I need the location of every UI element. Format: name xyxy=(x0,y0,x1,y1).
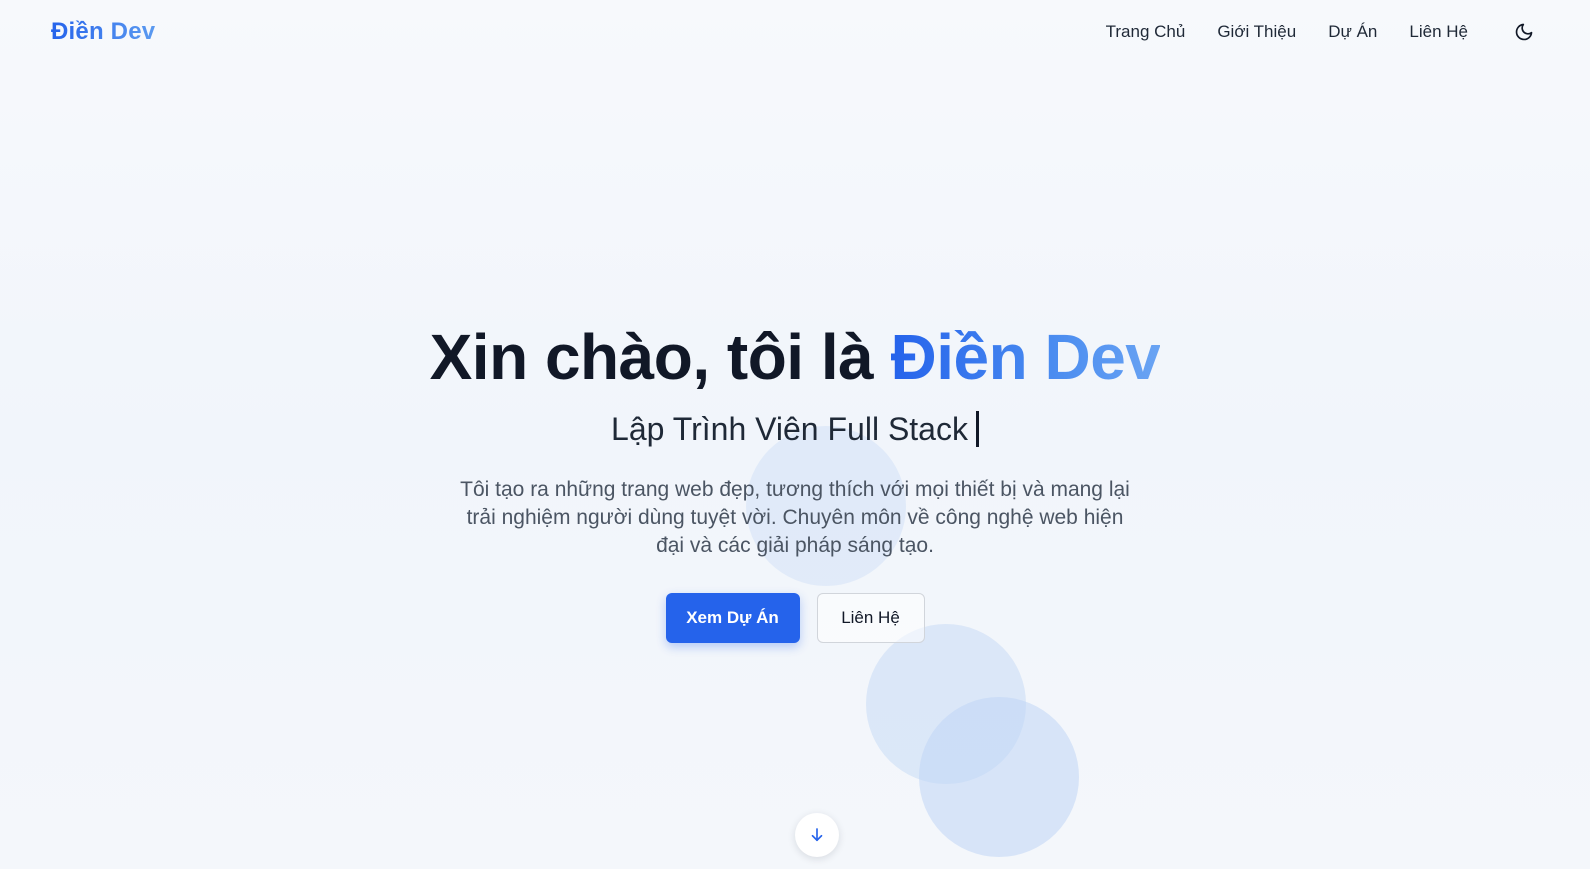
theme-toggle-button[interactable] xyxy=(1508,16,1540,48)
hero-description: Tôi tạo ra những trang web đẹp, tương th… xyxy=(460,478,1130,557)
hero-headline: Xin chào, tôi là Điền Dev xyxy=(430,318,1161,396)
nav-link-contact[interactable]: Liên Hệ xyxy=(1409,22,1468,42)
arrow-down-icon xyxy=(811,828,823,842)
site-logo[interactable]: Điền Dev xyxy=(51,18,155,46)
nav-link-about[interactable]: Giới Thiệu xyxy=(1217,22,1296,42)
hero-section: Xin chào, tôi là Điền Dev Lập Trình Viên… xyxy=(0,318,1590,643)
scroll-down-button[interactable] xyxy=(795,813,839,857)
main-nav: Trang Chủ Giới Thiệu Dự Án Liên Hệ xyxy=(1106,16,1540,48)
navbar: Điền Dev Trang Chủ Giới Thiệu Dự Án Liên… xyxy=(0,0,1590,64)
nav-link-home[interactable]: Trang Chủ xyxy=(1106,22,1186,42)
hero-name: Điền Dev xyxy=(890,321,1161,393)
hero-subtitle: Lập Trình Viên Full Stack xyxy=(611,410,979,448)
view-projects-button[interactable]: Xem Dự Án xyxy=(665,593,800,643)
decorative-circle xyxy=(919,697,1079,857)
portfolio-page: Điền Dev Trang Chủ Giới Thiệu Dự Án Liên… xyxy=(0,0,1590,869)
typing-cursor xyxy=(975,411,979,447)
contact-button[interactable]: Liên Hệ xyxy=(816,593,925,643)
moon-icon xyxy=(1515,23,1533,41)
nav-link-projects[interactable]: Dự Án xyxy=(1328,22,1377,42)
hero-actions: Xem Dự Án Liên Hệ xyxy=(665,593,925,643)
hero-subtitle-text: Lập Trình Viên Full Stack xyxy=(611,411,968,447)
hero-greeting: Xin chào, tôi là xyxy=(429,321,891,393)
